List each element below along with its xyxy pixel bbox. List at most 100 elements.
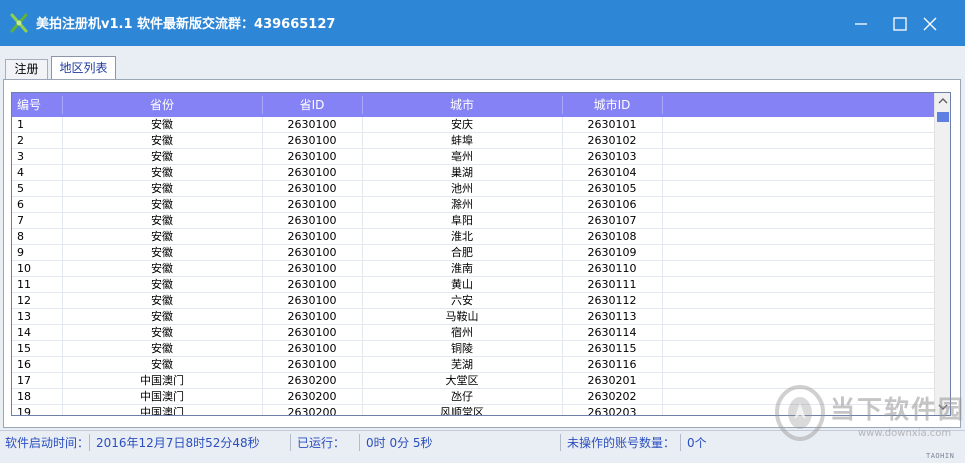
row-id-cell: 4 xyxy=(17,166,24,179)
row-province-cell: 安徽 xyxy=(151,230,173,243)
row-id-cell: 6 xyxy=(17,198,24,211)
row-id-cell: 15 xyxy=(17,342,31,355)
table-row[interactable]: 12 安徽 2630100 六安 2630112 xyxy=(12,293,934,309)
row-city-id-cell: 2630107 xyxy=(587,214,637,227)
status-divider xyxy=(680,434,681,451)
title-bar[interactable]: 美拍注册机v1.1 软件最新版交流群：439665127 xyxy=(0,0,965,46)
status-divider xyxy=(560,434,561,451)
table-row[interactable]: 1 安徽 2630100 安庆 2630101 xyxy=(12,117,934,133)
row-province-id-cell: 2630100 xyxy=(287,182,337,195)
row-province-id-cell: 2630100 xyxy=(287,166,337,179)
table-row[interactable]: 15 安徽 2630100 铜陵 2630115 xyxy=(12,341,934,357)
row-province-cell: 中国澳门 xyxy=(140,374,184,387)
row-province-cell: 安徽 xyxy=(151,262,173,275)
row-city-cell: 淮北 xyxy=(451,230,473,243)
resize-grip[interactable]: TAOHIN xyxy=(926,452,954,460)
status-divider xyxy=(290,434,291,451)
row-id-cell: 2 xyxy=(17,134,24,147)
column-divider xyxy=(662,96,663,114)
column-header-id[interactable]: 编号 xyxy=(17,93,41,117)
row-city-cell: 黄山 xyxy=(451,278,473,291)
row-province-cell: 安徽 xyxy=(151,342,173,355)
row-province-id-cell: 2630100 xyxy=(287,310,337,323)
row-id-cell: 10 xyxy=(17,262,31,275)
row-province-cell: 安徽 xyxy=(151,150,173,163)
table-row[interactable]: 7 安徽 2630100 阜阳 2630107 xyxy=(12,213,934,229)
table-row[interactable]: 5 安徽 2630100 池州 2630105 xyxy=(12,181,934,197)
row-city-id-cell: 2630115 xyxy=(587,342,637,355)
row-city-cell: 氹仔 xyxy=(451,390,473,403)
row-city-cell: 铜陵 xyxy=(451,342,473,355)
row-province-cell: 安徽 xyxy=(151,214,173,227)
row-id-cell: 18 xyxy=(17,390,31,403)
list-header: 编号 省份 省ID 城市 城市ID xyxy=(12,93,934,117)
row-id-cell: 11 xyxy=(17,278,31,291)
row-province-id-cell: 2630200 xyxy=(287,406,337,416)
watermark-name: 当下软件园 xyxy=(830,395,965,424)
column-header-city-id[interactable]: 城市ID xyxy=(562,93,662,117)
row-province-id-cell: 2630100 xyxy=(287,214,337,227)
row-province-id-cell: 2630100 xyxy=(287,150,337,163)
row-province-cell: 安徽 xyxy=(151,358,173,371)
running-time-label: 已运行： xyxy=(297,436,346,450)
row-id-cell: 13 xyxy=(17,310,31,323)
table-row[interactable]: 13 安徽 2630100 马鞍山 2630113 xyxy=(12,309,934,325)
maximize-icon xyxy=(893,17,907,31)
row-province-id-cell: 2630200 xyxy=(287,390,337,403)
table-row[interactable]: 4 安徽 2630100 巢湖 2630104 xyxy=(12,165,934,181)
table-row[interactable]: 2 安徽 2630100 蚌埠 2630102 xyxy=(12,133,934,149)
scroll-thumb[interactable] xyxy=(937,112,949,122)
row-city-cell: 阜阳 xyxy=(451,214,473,227)
tab-strip: 注册 地区列表 xyxy=(0,56,965,80)
row-province-id-cell: 2630100 xyxy=(287,342,337,355)
row-city-id-cell: 2630101 xyxy=(587,118,637,131)
row-city-id-cell: 2630106 xyxy=(587,198,637,211)
row-city-id-cell: 2630112 xyxy=(587,294,637,307)
minimize-button[interactable] xyxy=(847,10,875,38)
table-row[interactable]: 9 安徽 2630100 合肥 2630109 xyxy=(12,245,934,261)
row-province-cell: 中国澳门 xyxy=(140,390,184,403)
scroll-up-button[interactable] xyxy=(935,93,950,110)
row-province-cell: 安徽 xyxy=(151,118,173,131)
tab-register[interactable]: 注册 xyxy=(5,59,48,80)
row-city-cell: 巢湖 xyxy=(451,166,473,179)
row-city-cell: 六安 xyxy=(451,294,473,307)
table-row[interactable]: 16 安徽 2630100 芜湖 2630116 xyxy=(12,357,934,373)
table-row[interactable]: 8 安徽 2630100 淮北 2630108 xyxy=(12,229,934,245)
row-id-cell: 12 xyxy=(17,294,31,307)
row-id-cell: 9 xyxy=(17,246,24,259)
row-city-cell: 芜湖 xyxy=(451,358,473,371)
row-city-cell: 风顺堂区 xyxy=(440,406,484,416)
maximize-button[interactable] xyxy=(886,10,914,38)
table-row[interactable]: 10 安徽 2630100 淮南 2630110 xyxy=(12,261,934,277)
row-city-cell: 滁州 xyxy=(451,198,473,211)
tab-region-list[interactable]: 地区列表 xyxy=(51,56,116,80)
close-button[interactable] xyxy=(916,10,944,38)
row-city-cell: 合肥 xyxy=(451,246,473,259)
row-city-id-cell: 2630109 xyxy=(587,246,637,259)
table-row[interactable]: 11 安徽 2630100 黄山 2630111 xyxy=(12,277,934,293)
row-city-id-cell: 2630105 xyxy=(587,182,637,195)
column-header-province-id[interactable]: 省ID xyxy=(262,93,362,117)
table-row[interactable]: 14 安徽 2630100 宿州 2630114 xyxy=(12,325,934,341)
vertical-scrollbar[interactable] xyxy=(934,93,950,415)
column-header-province[interactable]: 省份 xyxy=(62,93,262,117)
row-city-cell: 淮南 xyxy=(451,262,473,275)
row-id-cell: 14 xyxy=(17,326,31,339)
start-time-label: 软件启动时间： xyxy=(5,436,90,450)
chevron-up-icon xyxy=(938,98,948,104)
region-list-view[interactable]: 编号 省份 省ID 城市 城市ID 1 安徽 2630100 安庆 2630101 2 安徽… xyxy=(11,92,951,416)
row-city-id-cell: 2630113 xyxy=(587,310,637,323)
table-row[interactable]: 3 安徽 2630100 亳州 2630103 xyxy=(12,149,934,165)
minimize-icon xyxy=(855,23,867,25)
row-id-cell: 7 xyxy=(17,214,24,227)
table-row[interactable]: 6 安徽 2630100 滁州 2630106 xyxy=(12,197,934,213)
row-city-id-cell: 2630104 xyxy=(587,166,637,179)
row-province-cell: 安徽 xyxy=(151,294,173,307)
row-province-cell: 安徽 xyxy=(151,278,173,291)
column-header-city[interactable]: 城市 xyxy=(362,93,562,117)
row-province-id-cell: 2630100 xyxy=(287,198,337,211)
watermark-url: www.downxia.com xyxy=(858,428,952,439)
running-time-value: 0时 0分 5秒 xyxy=(366,436,433,450)
row-province-id-cell: 2630100 xyxy=(287,278,337,291)
